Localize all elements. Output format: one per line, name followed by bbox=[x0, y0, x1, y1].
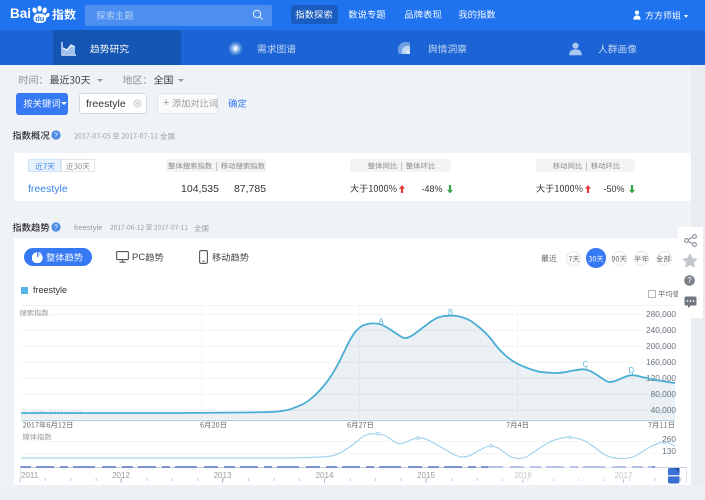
svg-text:?: ? bbox=[687, 276, 692, 285]
